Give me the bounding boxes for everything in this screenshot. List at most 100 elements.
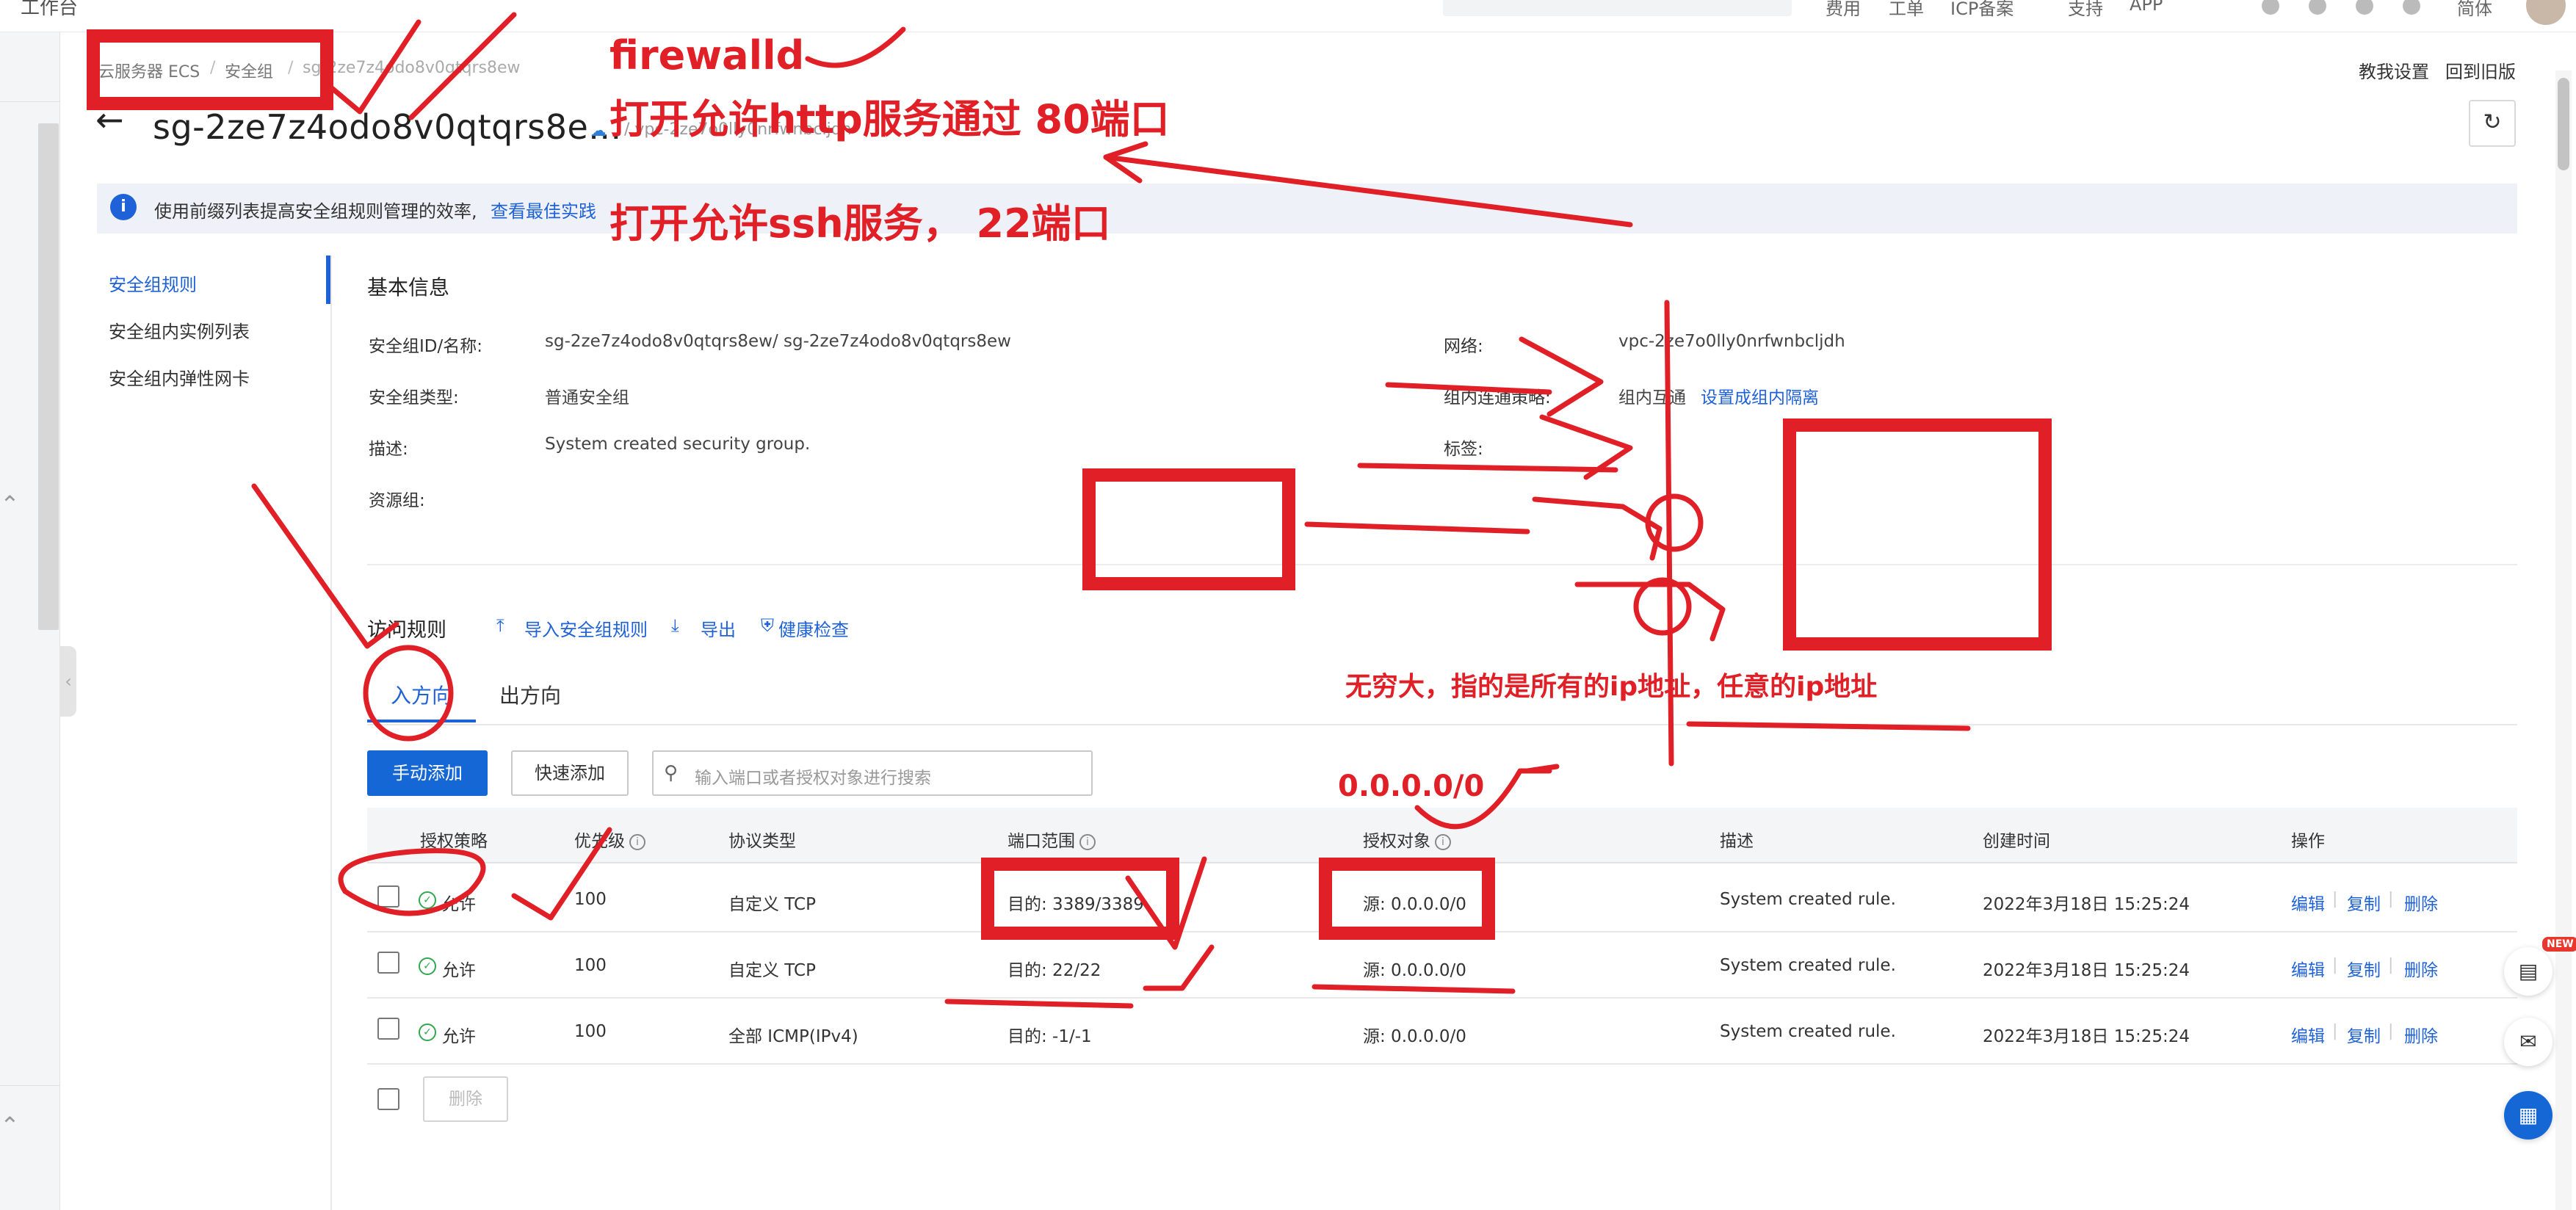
help-icon[interactable]: i <box>1079 833 1096 850</box>
tab-inbound[interactable]: 入方向 <box>391 680 452 709</box>
row-checkbox[interactable] <box>377 1018 399 1040</box>
row-desc: System created rule. <box>1720 890 1896 909</box>
refresh-button[interactable]: ↻ <box>2469 100 2516 147</box>
edit-link[interactable]: 编辑 <box>2291 890 2325 915</box>
copy-link[interactable]: 复制 <box>2347 956 2381 981</box>
best-practice-link[interactable]: 查看最佳实践 <box>491 197 596 222</box>
rail-divider <box>0 101 60 102</box>
search-placeholder: 输入端口或者授权对象进行搜索 <box>695 769 931 788</box>
chevron-up-icon[interactable]: ⌃ <box>0 1112 20 1140</box>
nav-tickets[interactable]: 工单 <box>1889 0 1924 20</box>
sg-desc-label: 描述: <box>369 440 408 459</box>
row-protocol: 自定义 TCP <box>728 895 816 914</box>
nav-app[interactable]: APP <box>2130 0 2163 15</box>
annotation-infinity: 无穷大，指的是所有的ip地址，任意的ip地址 <box>1345 672 1878 702</box>
left-scrollbar[interactable] <box>38 123 59 630</box>
annotation-box <box>1082 468 1295 590</box>
import-icon[interactable]: ⤒ <box>496 615 504 636</box>
cart-icon[interactable] <box>2356 0 2373 15</box>
row-policy: 允许 <box>442 1027 476 1046</box>
col-protocol: 协议类型 <box>728 832 796 851</box>
health-check-link[interactable]: 健康检查 <box>778 615 849 641</box>
sg-id-value: sg-2ze7z4odo8v0qtqrs8ew/ sg-2ze7z4odo8v0… <box>545 332 1011 351</box>
tutorial-link[interactable]: 教我设置 <box>2359 57 2429 83</box>
annotation-box <box>1783 419 2052 651</box>
message-icon[interactable] <box>2262 0 2279 15</box>
nav-icp[interactable]: ICP备案 <box>1950 0 2014 20</box>
row-policy: 允许 <box>442 961 476 980</box>
col-priority-label: 优先级 <box>574 832 625 851</box>
check-circle-icon: ✓ <box>419 1024 436 1041</box>
row-source: 源: 0.0.0.0/0 <box>1363 961 1466 980</box>
manual-add-button[interactable]: 手动添加 <box>367 750 488 796</box>
rule-search-input[interactable]: ⚲ 输入端口或者授权对象进行搜索 <box>652 750 1093 796</box>
info-icon: i <box>110 194 137 220</box>
tab-outbound[interactable]: 出方向 <box>499 680 561 709</box>
isolation-link[interactable]: 设置成组内隔离 <box>1701 383 1819 408</box>
delete-link[interactable]: 删除 <box>2404 890 2438 915</box>
action-separator: | <box>2332 890 2338 908</box>
book-icon: ▤ <box>2518 959 2539 983</box>
apps-fab-button[interactable]: ▦ <box>2504 1091 2553 1140</box>
subnav-eni[interactable]: 安全组内弹性网卡 <box>109 364 250 390</box>
subnav-rules[interactable]: 安全组规则 <box>109 270 197 296</box>
network-value: vpc-2ze7o0lly0nrfwnbcljdh <box>1618 332 1845 351</box>
policy-label: 组内连通策略: <box>1444 388 1551 407</box>
sg-type-value: 普通安全组 <box>545 388 629 407</box>
section-divider <box>367 564 2517 565</box>
banner-text: 使用前缀列表提高安全组规则管理的效率, <box>154 201 477 222</box>
docs-fab-button[interactable]: ▤ <box>2504 947 2553 996</box>
row-checkbox[interactable] <box>377 885 399 907</box>
row-divider <box>367 997 2517 999</box>
chevron-up-icon[interactable]: ⌃ <box>0 490 20 518</box>
search-icon: ⚲ <box>664 762 679 784</box>
edit-link[interactable]: 编辑 <box>2291 956 2325 981</box>
workbench-link[interactable]: 工作台 <box>21 0 78 20</box>
scrollbar-thumb[interactable] <box>2558 78 2569 170</box>
annotation-any-ip: 0.0.0.0/0 <box>1338 769 1485 803</box>
resource-group-label: 资源组: <box>369 491 425 510</box>
quick-add-button[interactable]: 快速添加 <box>511 750 629 796</box>
nav-fees[interactable]: 费用 <box>1826 0 1861 20</box>
page-scrollbar[interactable] <box>2555 70 2572 1210</box>
action-separator: | <box>2332 1022 2338 1040</box>
page-title: sg-2ze7z4odo8v0qtqrs8e... <box>153 107 622 147</box>
copy-link[interactable]: 复制 <box>2347 1022 2381 1047</box>
annotation-firewalld: firewalld <box>609 32 805 79</box>
notification-icon[interactable] <box>2309 0 2326 15</box>
subnav-instances[interactable]: 安全组内实例列表 <box>109 317 250 343</box>
delete-link[interactable]: 删除 <box>2404 956 2438 981</box>
help-icon[interactable]: i <box>1435 833 1451 850</box>
annotation-http: 打开允许http服务通过 80端口 <box>609 96 1170 142</box>
network-label: 网络: <box>1444 337 1483 356</box>
export-link[interactable]: 导出 <box>701 615 736 641</box>
delete-link[interactable]: 删除 <box>2404 1022 2438 1047</box>
bulk-delete-button[interactable]: 删除 <box>423 1076 508 1122</box>
sg-id-label: 安全组ID/名称: <box>369 337 482 356</box>
select-all-checkbox[interactable] <box>377 1088 399 1110</box>
help-icon[interactable] <box>2403 0 2420 15</box>
action-separator: | <box>2332 956 2338 974</box>
global-search-input[interactable] <box>1443 0 1792 16</box>
row-checkbox[interactable] <box>377 952 399 974</box>
import-rules-link[interactable]: 导入安全组规则 <box>524 615 648 641</box>
avatar[interactable] <box>2526 0 2566 25</box>
copy-link[interactable]: 复制 <box>2347 890 2381 915</box>
tabs-divider <box>367 724 2517 725</box>
annotation-ssh: 打开允许ssh服务， 22端口 <box>609 200 1111 247</box>
collapse-handle[interactable]: ‹ <box>60 646 76 717</box>
export-icon[interactable]: ⤓ <box>671 615 679 636</box>
old-version-link[interactable]: 回到旧版 <box>2445 57 2516 83</box>
language-switch[interactable]: 简体 <box>2457 0 2492 20</box>
feedback-fab-button[interactable]: ✉ <box>2504 1018 2553 1066</box>
action-separator: | <box>2388 890 2394 908</box>
edit-link[interactable]: 编辑 <box>2291 1022 2325 1047</box>
nav-support[interactable]: 支持 <box>2068 0 2103 20</box>
col-source-label: 授权对象 <box>1363 832 1430 851</box>
row-time: 2022年3月18日 15:25:24 <box>1983 895 2190 914</box>
help-icon[interactable]: i <box>629 833 645 850</box>
shield-icon[interactable]: ⛨ <box>761 615 774 636</box>
col-desc: 描述 <box>1720 832 1754 851</box>
col-port: 端口范围 i <box>1007 827 1096 852</box>
tab-active-indicator <box>367 720 476 722</box>
